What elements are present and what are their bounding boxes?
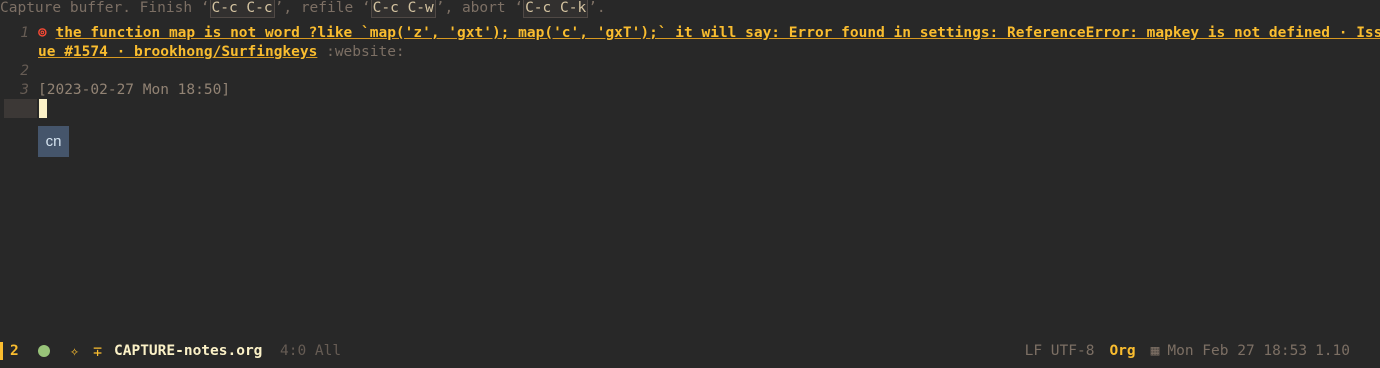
org-bullet-icon: ⊚	[38, 25, 47, 41]
heading-link[interactable]: the function map is not word ?like `map(…	[55, 25, 1380, 41]
header-mid-2: ’, abort ‘	[435, 0, 524, 16]
timestamp: [2023-02-27 Mon 18:50]	[38, 82, 231, 98]
editor-line-2: 2	[0, 62, 1380, 81]
input-method-indicator: cn	[38, 126, 69, 157]
header-mid-1: ’, refile ‘	[274, 0, 371, 16]
cursor-position: 4:0 All	[280, 343, 342, 359]
unicorn-icon: ✧	[70, 342, 80, 360]
header-prefix: Capture buffer. Finish ‘	[0, 0, 210, 16]
refile-key: C-c C-w	[370, 0, 436, 18]
line-number: 1	[20, 25, 29, 41]
buffer-name[interactable]: CAPTURE-notes.org	[114, 337, 262, 365]
system-load: 1.10	[1315, 343, 1350, 359]
heading-link-continuation[interactable]: ue #1574 · brookhong/Surfingkeys	[38, 44, 317, 60]
header-suffix: ’.	[588, 0, 606, 16]
finish-key: C-c C-c	[209, 0, 275, 18]
editor-line-3: 3 [2023-02-27 Mon 18:50]	[0, 81, 1380, 100]
modeline-active-bar	[0, 342, 3, 360]
modeline: 2 ✧ ∓ CAPTURE-notes.org 4:0 All LF UTF-8…	[0, 337, 1380, 365]
calendar-icon: ▦	[1150, 343, 1160, 359]
status-dot-icon	[38, 345, 50, 357]
editor-line-1: 1 ⊚ the function map is not word ?like `m…	[0, 24, 1380, 43]
current-line-fringe	[4, 99, 37, 118]
text-cursor[interactable]	[39, 99, 47, 118]
workspace-number: 2	[10, 343, 19, 359]
abort-key: C-c C-k	[523, 0, 589, 18]
editor-line-1-continuation: ue #1574 · brookhong/Surfingkeys :websit…	[0, 43, 1380, 62]
encoding[interactable]: LF UTF-8	[1025, 343, 1095, 359]
modeline-right: LF UTF-8 Org ▦ Mon Feb 27 18:53 1.10	[1017, 337, 1350, 365]
line-number: 2	[20, 63, 29, 79]
capture-header-line: Capture buffer. Finish ‘C-c C-c’, refile…	[0, 0, 1380, 22]
datetime: Mon Feb 27 18:53	[1167, 343, 1308, 359]
org-tag: :website:	[326, 44, 405, 60]
line-number: 3	[20, 82, 29, 98]
narrow-icon: ∓	[93, 342, 103, 360]
major-mode[interactable]: Org	[1109, 343, 1135, 359]
